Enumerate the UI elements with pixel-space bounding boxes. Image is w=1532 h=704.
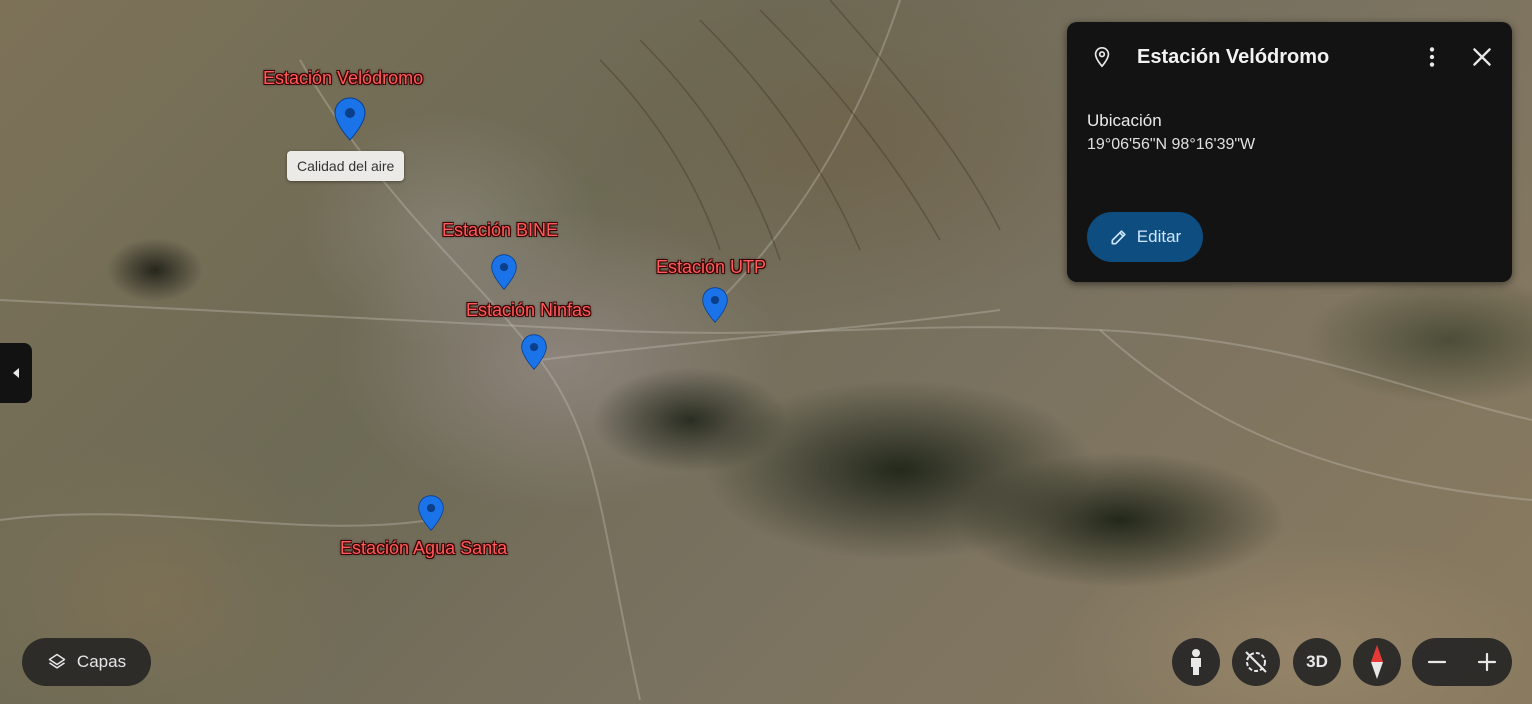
marker-utp[interactable]: [701, 286, 729, 324]
tilt-off-icon: [1245, 651, 1267, 673]
marker-bine[interactable]: [490, 253, 518, 291]
view-3d-button[interactable]: 3D: [1293, 638, 1341, 686]
pencil-icon: [1111, 230, 1126, 245]
map-pin-icon: [491, 254, 517, 290]
marker-agua-santa[interactable]: [417, 494, 445, 532]
place-label-utp: Estación UTP: [656, 257, 767, 277]
marker-ninfas[interactable]: [520, 333, 548, 371]
layers-icon: [48, 653, 66, 669]
layers-label: Capas: [76, 652, 127, 671]
place-label-bine: Estación BINE: [442, 220, 559, 240]
zoom-out-icon: [1427, 660, 1447, 664]
edit-button[interactable]: Editar: [1087, 212, 1203, 262]
place-label-velodromo: Estación Velódromo: [263, 68, 424, 88]
collapse-arrow-icon: [13, 368, 19, 378]
edit-button-label: Editar: [1136, 227, 1182, 246]
location-section-label: Ubicación: [1087, 111, 1162, 130]
close-icon[interactable]: [1469, 44, 1495, 70]
compass-button[interactable]: [1353, 638, 1401, 686]
place-label-ninfas: Estación Ninfas: [466, 300, 592, 320]
place-label-agua-santa: Estación Agua Santa: [340, 538, 508, 558]
map-pin-icon: [702, 287, 728, 323]
panel-title: Estación Velódromo: [1137, 46, 1330, 68]
marker-tooltip: Calidad del aire: [287, 151, 405, 181]
street-view-pegman-icon: [1191, 649, 1201, 675]
zoom-out-button[interactable]: [1412, 638, 1462, 686]
coordinates-text: 19°06'56"N 98°16'39"W: [1087, 136, 1256, 153]
street-view-button[interactable]: [1172, 638, 1220, 686]
zoom-in-button[interactable]: [1462, 638, 1512, 686]
collapse-sidebar-tab[interactable]: [0, 343, 32, 403]
zoom-in-icon: [1477, 652, 1497, 672]
map-pin-icon: [521, 334, 547, 370]
map-pin-icon: [334, 97, 366, 141]
compass-icon: [1371, 645, 1383, 679]
place-info-panel: Estación Velódromo Ubicación 19°06'56"N …: [1067, 22, 1512, 282]
zoom-controls: [1412, 638, 1512, 686]
marker-velodromo[interactable]: [333, 97, 367, 141]
tilt-toggle-button[interactable]: [1232, 638, 1280, 686]
location-pin-icon: [1094, 47, 1110, 68]
map-pin-icon: [418, 495, 444, 531]
layers-button[interactable]: Capas: [22, 638, 151, 686]
more-vert-icon[interactable]: [1419, 44, 1445, 70]
